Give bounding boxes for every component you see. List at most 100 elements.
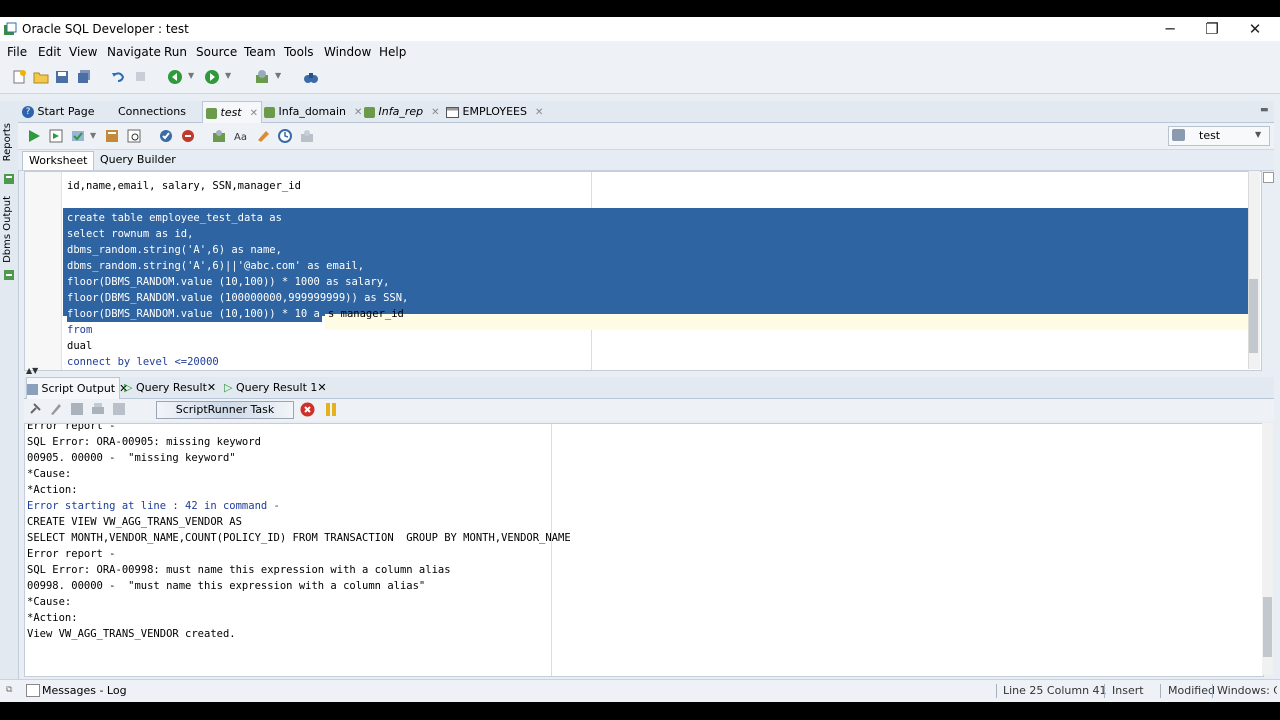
connection-select[interactable]: test ▼ <box>1168 126 1270 146</box>
sql-tuning-icon[interactable] <box>211 128 227 144</box>
table-icon <box>446 106 459 118</box>
commit-transaction-icon[interactable] <box>158 128 174 144</box>
sql-worksheet-icon <box>364 106 375 118</box>
tab-connections[interactable]: Connections <box>118 101 200 122</box>
clear-icon[interactable] <box>49 402 63 416</box>
connection-value: test <box>1199 129 1221 142</box>
tab-label: EMPLOYEES <box>462 105 527 118</box>
script-output-area[interactable]: Error report - SQL Error: ORA-00905: mis… <box>24 423 1264 677</box>
tab-test[interactable]: test ✕ <box>202 101 262 123</box>
pause-icon[interactable] <box>324 402 338 417</box>
main-toolbar: ▼ ▼ ▼ <box>0 63 1280 94</box>
status-separator <box>1212 684 1213 698</box>
worksheet-subtabs: Worksheet Query Builder <box>18 150 1274 171</box>
sql-worksheet-icon[interactable] <box>254 69 270 85</box>
autotrace-icon[interactable] <box>126 128 142 144</box>
back-dropdown-icon[interactable]: ▼ <box>188 71 194 80</box>
dbms-output-side-tab[interactable]: Dbms Output <box>2 196 16 263</box>
commit-dropdown-icon[interactable]: ▼ <box>90 131 96 140</box>
tab-worksheet[interactable]: Worksheet <box>22 151 95 170</box>
editor-tabs: ? Start Page Connections test ✕ Infa_doma… <box>18 101 1274 123</box>
close-button[interactable]: ✕ <box>1233 17 1277 41</box>
menu-navigate[interactable]: Navigate <box>107 45 161 59</box>
binoculars-icon[interactable] <box>303 69 319 85</box>
minimize-button[interactable]: ─ <box>1148 17 1192 41</box>
close-tab-icon[interactable]: ✕ <box>431 107 439 118</box>
tab-infa-rep[interactable]: Infa_rep ✕ <box>364 101 440 122</box>
run-statement-icon[interactable] <box>26 128 42 144</box>
splitter-arrows-icon[interactable]: ▲▼ <box>26 366 38 375</box>
menu-view[interactable]: View <box>69 45 97 59</box>
print-icon[interactable] <box>91 402 105 416</box>
save-all-icon[interactable] <box>76 69 92 85</box>
clear-eraser-icon[interactable] <box>255 128 271 144</box>
tab-label: test <box>220 106 242 119</box>
open-folder-icon[interactable] <box>33 69 49 85</box>
menu-source[interactable]: Source <box>196 45 237 59</box>
close-tab-icon[interactable]: ✕ <box>317 381 326 394</box>
run-script-icon[interactable] <box>48 128 64 144</box>
side-panel: Reports Dbms Output <box>0 101 19 686</box>
output-scrollbar-thumb[interactable] <box>1263 597 1272 657</box>
commit-icon[interactable] <box>70 128 86 144</box>
sql-history-icon[interactable] <box>277 128 293 144</box>
output-line: *Action: <box>27 484 78 496</box>
tab-start-page[interactable]: ? Start Page <box>22 101 114 122</box>
buffer-size-icon[interactable] <box>112 402 126 416</box>
editor-scrollbar-thumb[interactable] <box>1249 279 1258 353</box>
close-tab-icon[interactable]: ✕ <box>250 108 258 119</box>
code-line: floor(DBMS_RANDOM.value (10,100)) * 10 a <box>67 306 322 322</box>
forward-icon[interactable] <box>204 69 220 85</box>
messages-log-tab[interactable]: Messages - Log <box>42 684 127 697</box>
forward-dropdown-icon[interactable]: ▼ <box>225 71 231 80</box>
output-line: *Cause: <box>27 468 72 480</box>
menu-help[interactable]: Help <box>379 45 406 59</box>
close-tab-icon[interactable]: ✕ <box>535 107 543 118</box>
status-separator <box>1160 684 1161 698</box>
help-icon: ? <box>22 106 34 118</box>
status-separator <box>996 684 997 698</box>
worksheet-dropdown-icon[interactable]: ▼ <box>275 71 281 80</box>
rollback-icon[interactable] <box>180 128 196 144</box>
output-line: Error report - <box>27 548 116 560</box>
editor-corner-box <box>1263 172 1274 183</box>
cancel-task-icon[interactable] <box>300 402 315 417</box>
tab-label: Start Page <box>37 105 95 118</box>
play-icon: ▷ <box>124 381 133 394</box>
sql-editor[interactable]: id,name,email, salary, SSN,manager_id cr… <box>24 171 1262 371</box>
tab-list-icon[interactable]: ▬ <box>1260 105 1269 115</box>
reports-icon <box>4 174 14 184</box>
menu-tools[interactable]: Tools <box>284 45 314 59</box>
tab-employees[interactable]: EMPLOYEES ✕ <box>446 101 543 122</box>
restore-panel-icon[interactable]: ⧉ <box>6 685 12 695</box>
save-output-icon[interactable] <box>70 402 84 416</box>
tab-query-result[interactable]: ▷ Query Result✕ <box>124 377 220 398</box>
menu-file[interactable]: File <box>7 45 27 59</box>
close-tab-icon[interactable]: ✕ <box>207 381 216 394</box>
redo-icon[interactable] <box>133 69 149 85</box>
restore-button[interactable]: ❐ <box>1190 17 1234 41</box>
reports-side-tab[interactable]: Reports <box>2 123 16 161</box>
worksheet-toolbar: ▼ Aa test ▼ <box>18 123 1274 150</box>
menu-window[interactable]: Window <box>324 45 371 59</box>
save-icon[interactable] <box>54 69 70 85</box>
menu-run[interactable]: Run <box>164 45 187 59</box>
tab-query-builder[interactable]: Query Builder <box>94 151 182 169</box>
tab-query-result-1[interactable]: ▷ Query Result 1✕ <box>224 377 328 398</box>
tab-infa-domain[interactable]: Infa_domain ✕ <box>264 101 362 122</box>
to-upper-lower-icon[interactable]: Aa <box>233 128 249 144</box>
back-icon[interactable] <box>167 69 183 85</box>
svg-text:Aa: Aa <box>234 132 247 143</box>
tab-label: Query Result 1 <box>235 381 318 394</box>
menu-edit[interactable]: Edit <box>38 45 61 59</box>
unshared-worksheet-icon[interactable] <box>299 128 315 144</box>
new-icon[interactable] <box>11 69 27 85</box>
close-tab-icon[interactable]: ✕ <box>354 107 362 118</box>
pin-icon[interactable] <box>28 402 42 416</box>
menu-team[interactable]: Team <box>244 45 276 59</box>
explain-plan-icon[interactable] <box>104 128 120 144</box>
undo-icon[interactable] <box>110 69 126 85</box>
code-line: s manager_id <box>328 308 404 320</box>
tab-script-output[interactable]: Script Output ✕ <box>26 377 128 399</box>
play-icon: ▷ <box>224 381 233 394</box>
